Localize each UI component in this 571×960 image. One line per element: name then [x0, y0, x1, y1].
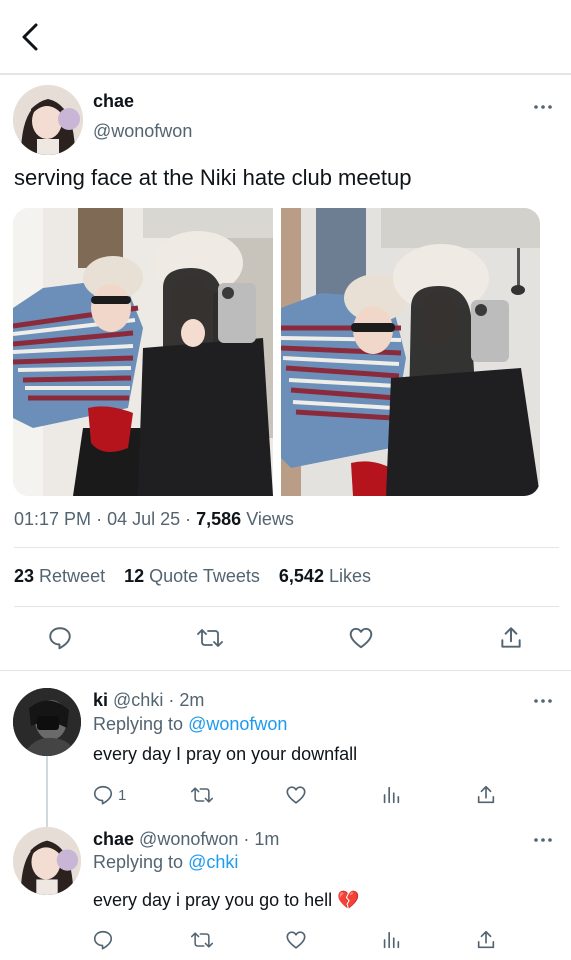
reply-2-more-button[interactable]	[531, 833, 555, 847]
reply-1-text: every day I pray on your downfall	[93, 744, 358, 764]
reply-2-text-body: every day i pray you go to hell	[93, 890, 333, 910]
reply-avatar-photo	[13, 827, 81, 895]
reply-1-replying-to: Replying to @wonofwon	[93, 714, 287, 735]
avatar-photo	[13, 85, 83, 155]
reply-1-share-button[interactable]	[472, 781, 500, 809]
reply-icon	[49, 627, 71, 650]
views-icon	[383, 931, 400, 949]
reply-2-handle[interactable]: @wonofwon	[139, 829, 238, 849]
back-button[interactable]	[14, 20, 46, 54]
reply-2-reply-button[interactable]	[92, 926, 120, 954]
reply-1-more-button[interactable]	[531, 694, 555, 708]
retweet-button[interactable]	[194, 622, 226, 654]
reply-2-views-button[interactable]	[377, 926, 405, 954]
divider	[0, 670, 571, 671]
reply-avatar-photo	[13, 688, 81, 756]
like-icon	[286, 931, 306, 949]
reply-1-like-button[interactable]	[282, 781, 310, 809]
reply-2-header: chae @wonofwon · 1m	[93, 829, 280, 849]
reply-1-reply-count: 1	[118, 786, 127, 804]
photo-2-image	[281, 208, 540, 496]
like-icon	[286, 786, 306, 804]
retweet-stat[interactable]: 23 Retweet	[14, 566, 105, 586]
views-icon	[383, 786, 400, 804]
likes-count: 6,542	[278, 566, 324, 586]
views-label: Views	[246, 509, 294, 529]
chevron-left-icon	[22, 23, 38, 51]
top-bar	[0, 0, 571, 75]
tweet-stats: 23 Retweet 12 Quote Tweets 6,542 Likes	[14, 566, 371, 587]
reply-1-header: ki @chki · 2m	[93, 690, 205, 710]
quote-count: 12	[124, 566, 145, 586]
likes-stat[interactable]: 6,542 Likes	[279, 566, 371, 586]
share-icon	[477, 785, 495, 804]
reply-icon	[93, 930, 113, 950]
photo-1-image	[13, 208, 273, 496]
replying-prefix: Replying to	[93, 714, 184, 734]
reply-1-reply-button[interactable]: 1	[92, 781, 136, 809]
like-button[interactable]	[345, 622, 377, 654]
reply-avatar[interactable]	[13, 688, 81, 756]
reply-1-views-button[interactable]	[377, 781, 405, 809]
more-icon	[534, 838, 552, 842]
quote-stat[interactable]: 12 Quote Tweets	[124, 566, 260, 586]
tweet-photo-1[interactable]	[13, 208, 273, 496]
tweet-date: 04 Jul 25	[107, 509, 181, 529]
reply-2-text: every day i pray you go to hell 💔	[93, 890, 360, 911]
replying-prefix: Replying to	[93, 852, 184, 872]
tweet-text: serving face at the Niki hate club meetu…	[14, 165, 412, 190]
views-count: 7,586	[196, 509, 242, 529]
reply-avatar[interactable]	[13, 827, 81, 895]
reply-1-age: 2m	[179, 690, 205, 710]
replying-to-link[interactable]: @wonofwon	[188, 714, 287, 734]
reply-2-retweet-button[interactable]	[188, 926, 216, 954]
retweet-icon	[190, 787, 214, 803]
author-handle[interactable]: @wonofwon	[93, 121, 192, 142]
retweet-icon	[190, 932, 214, 948]
divider	[14, 547, 559, 548]
reply-icon	[93, 785, 113, 805]
reply-1-retweet-button[interactable]	[188, 781, 216, 809]
share-icon	[477, 930, 495, 949]
thread-line	[46, 756, 48, 828]
avatar[interactable]	[13, 85, 83, 155]
share-icon	[501, 627, 521, 648]
retweet-icon	[197, 629, 223, 647]
retweet-count: 23	[14, 566, 35, 586]
tweet-photo-2[interactable]	[281, 208, 540, 496]
reply-2-age: 1m	[254, 829, 280, 849]
quote-label: Quote Tweets	[149, 566, 260, 586]
reply-2-share-button[interactable]	[472, 926, 500, 954]
replying-to-link[interactable]: @chki	[188, 852, 238, 872]
reply-1-handle[interactable]: @chki	[113, 690, 163, 710]
broken-heart-emoji: 💔	[337, 890, 360, 910]
share-button[interactable]	[495, 622, 527, 654]
likes-label: Likes	[328, 566, 371, 586]
more-icon	[534, 105, 552, 109]
reply-2-like-button[interactable]	[282, 926, 310, 954]
reply-1-name[interactable]: ki	[93, 690, 108, 710]
author-name[interactable]: chae	[93, 91, 134, 112]
tweet-time: 01:17 PM	[14, 509, 92, 529]
retweet-label: Retweet	[39, 566, 106, 586]
more-icon	[534, 699, 552, 703]
divider	[14, 606, 559, 607]
reply-2-name[interactable]: chae	[93, 829, 134, 849]
reply-button[interactable]	[44, 622, 76, 654]
like-icon	[349, 627, 373, 649]
reply-2-replying-to: Replying to @chki	[93, 852, 238, 873]
tweet-meta: 01:17 PM · 04 Jul 25 · 7,586 Views	[14, 509, 294, 529]
more-options-button[interactable]	[531, 100, 555, 114]
